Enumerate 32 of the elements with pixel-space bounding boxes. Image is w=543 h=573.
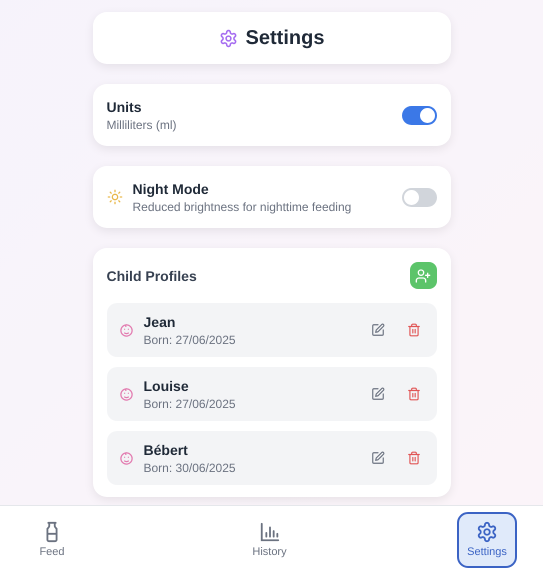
child-name: Jean xyxy=(144,314,176,330)
child-name: Bébert xyxy=(144,442,189,458)
setting-label: Night Mode xyxy=(132,180,210,196)
birth-date: Born: 30/06/2025 xyxy=(144,460,237,474)
trash-icon xyxy=(406,387,420,401)
edit-icon xyxy=(370,387,384,401)
birth-date: Born: 27/06/2025 xyxy=(144,332,237,346)
setting-value: Milliliters (ml) xyxy=(106,118,178,132)
trash-icon xyxy=(406,323,420,337)
sun-icon xyxy=(106,189,122,205)
trash-icon xyxy=(406,451,420,465)
units-toggle[interactable] xyxy=(402,106,436,124)
baby-face-icon xyxy=(118,386,134,402)
edit-icon xyxy=(370,451,384,465)
nav-tab[interactable]: Settings xyxy=(457,512,517,568)
child-name: Louise xyxy=(144,378,190,394)
setting-description: Reduced brightness for nighttime feeding xyxy=(132,200,352,214)
add-child-button[interactable] xyxy=(410,262,436,289)
settings-icon xyxy=(218,28,238,48)
nav-tab[interactable]: Feed xyxy=(22,512,82,568)
add-person-icon xyxy=(415,268,431,284)
baby-face-icon xyxy=(118,450,134,466)
bar-chart-icon xyxy=(258,521,280,543)
settings-icon xyxy=(476,521,498,543)
night-mode-toggle[interactable] xyxy=(402,188,436,206)
baby-face-icon xyxy=(118,322,134,338)
nav-tab[interactable]: History xyxy=(240,512,300,568)
edit-icon xyxy=(370,323,384,337)
page-title: Settings xyxy=(246,26,324,50)
birth-date: Born: 27/06/2025 xyxy=(144,396,237,410)
section-title: Child Profiles xyxy=(106,268,197,284)
setting-label: Units xyxy=(106,98,142,114)
